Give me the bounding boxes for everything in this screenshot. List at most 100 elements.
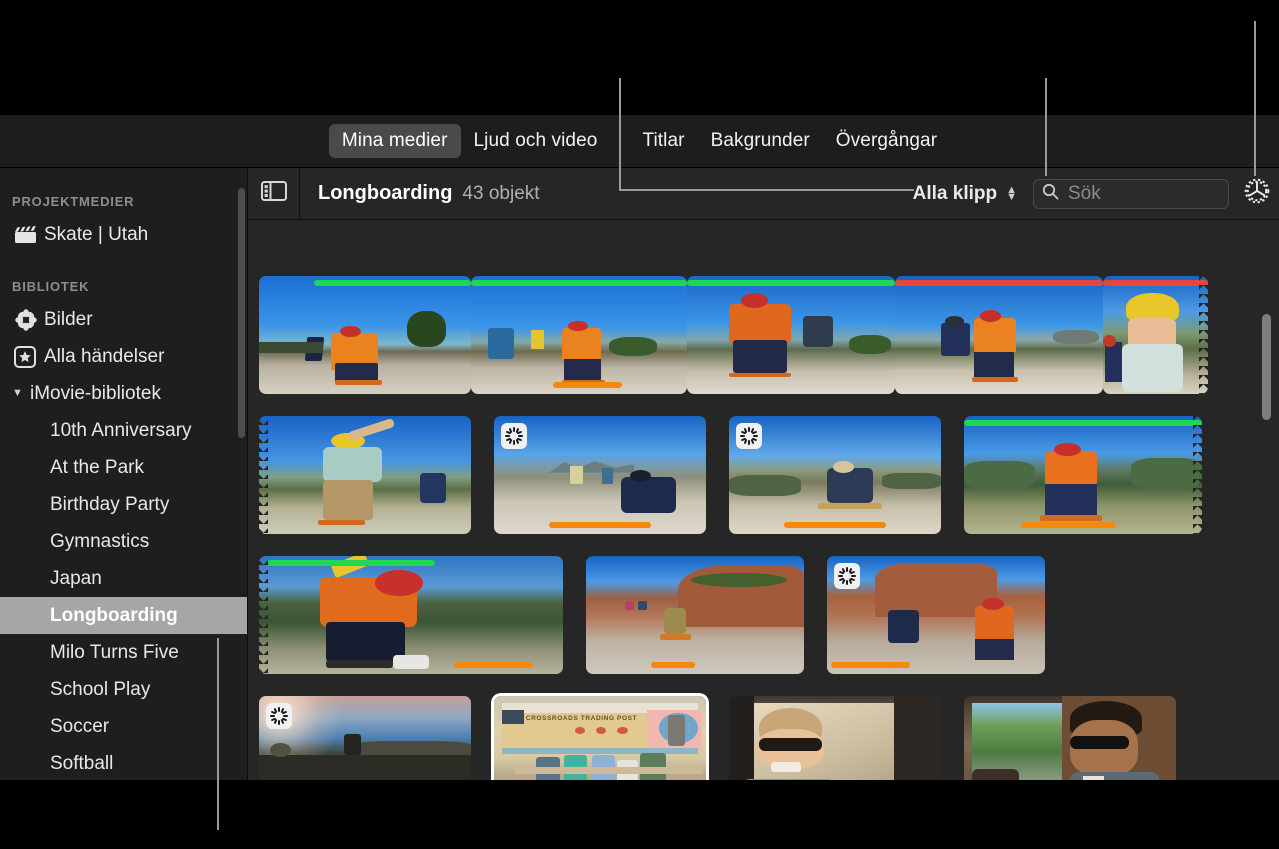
clip-two-skaters-downhill[interactable] xyxy=(895,276,1103,394)
clip-sign-text: CROSSROADS TRADING POST xyxy=(525,714,638,722)
chevron-updown-icon[interactable]: ▲ ▼ xyxy=(1006,184,1017,202)
sidebar-scrollbar[interactable] xyxy=(238,188,245,438)
used-bar xyxy=(784,522,886,528)
gear-icon xyxy=(1242,176,1272,211)
media-type-tabbar: Mina medier Ljud och video Titlar Bakgru… xyxy=(0,115,1279,168)
clip-skater-orange-jacket-closeup[interactable] xyxy=(259,556,563,674)
sidebar-item-label: Japan xyxy=(50,567,102,589)
search-field[interactable]: Sök xyxy=(1033,178,1229,209)
sidebar-event-list: 10th Anniversary At the Park Birthday Pa… xyxy=(0,412,247,780)
tab-mina-medier[interactable]: Mina medier xyxy=(328,124,461,158)
clip-skater-desert-road[interactable] xyxy=(729,416,941,534)
sidebar-item-label: Bilder xyxy=(44,308,93,330)
callout-to-settings-gear xyxy=(1254,21,1256,176)
media-row xyxy=(259,276,1208,394)
clip-skater-orange-shirt-b[interactable] xyxy=(471,276,687,394)
callout-to-filter-menu-arm xyxy=(619,189,914,191)
continuation-zigzag-icon xyxy=(259,416,268,534)
clip-red-rock-canyon-road[interactable] xyxy=(586,556,804,674)
clip-skater-carving-mountains[interactable] xyxy=(494,416,706,534)
star-square-icon xyxy=(14,345,44,368)
used-bar xyxy=(1021,522,1117,528)
clip-skater-green-hills[interactable] xyxy=(964,416,1202,534)
sidebar-item-label: Birthday Party xyxy=(50,493,170,515)
sidebar-item-10th-anniversary[interactable]: 10th Anniversary xyxy=(0,412,247,449)
media-browser: Longboarding 43 objekt Alla klipp ▲ ▼ Sö… xyxy=(248,167,1279,780)
search-icon xyxy=(1042,183,1059,205)
clip-filter-label: Alla klipp xyxy=(912,182,998,204)
sidebar-item-school-play[interactable]: School Play xyxy=(0,671,247,708)
tab-titlar[interactable]: Titlar xyxy=(629,124,697,158)
media-grid-scrollbar[interactable] xyxy=(1262,314,1271,420)
used-bar xyxy=(453,662,533,668)
sidebar-item-milo-turns-five[interactable]: Milo Turns Five xyxy=(0,634,247,671)
sidebar-item-softball[interactable]: Softball xyxy=(0,745,247,780)
used-bar xyxy=(651,662,695,668)
settings-button[interactable] xyxy=(1235,176,1279,211)
stabilization-badge-icon xyxy=(266,703,292,729)
sidebar-item-gymnastics[interactable]: Gymnastics xyxy=(0,523,247,560)
tab-bakgrunder[interactable]: Bakgrunder xyxy=(698,124,823,158)
sidebar-item-longboarding[interactable]: Longboarding xyxy=(0,597,247,634)
app-window: Mina medier Ljud och video Titlar Bakgru… xyxy=(0,0,1279,849)
sidebar-item-alla-handelser[interactable]: Alla händelser xyxy=(0,338,247,375)
sidebar-item-label: Longboarding xyxy=(50,604,178,626)
favorite-bar xyxy=(687,280,895,286)
clip-crossroads-trading-post-group[interactable]: CROSSROADS TRADING POST xyxy=(494,696,706,780)
callout-to-filter-menu xyxy=(619,78,621,191)
clip-skater-orange-shirt-a[interactable] xyxy=(259,276,471,394)
sidebar-item-at-the-park[interactable]: At the Park xyxy=(0,449,247,486)
media-row: CROSSROADS TRADING POST xyxy=(259,696,1176,780)
item-count: 43 objekt xyxy=(462,182,540,204)
clip-man-sunglasses-van[interactable] xyxy=(729,696,941,780)
tab-list: Mina medier Ljud och video Titlar Bakgru… xyxy=(328,123,950,159)
clip-yellow-helmet-closeup[interactable] xyxy=(1103,276,1208,394)
sidebar-item-label: Milo Turns Five xyxy=(50,641,179,663)
bottom-letterbox xyxy=(0,780,1279,849)
clip-woman-sunglasses-van[interactable] xyxy=(964,696,1176,780)
sidebar-toggle-button[interactable] xyxy=(248,167,300,220)
favorite-bar xyxy=(267,560,436,566)
sidebar-toggle-icon xyxy=(260,181,287,206)
sidebar-item-label: 10th Anniversary xyxy=(50,419,192,441)
sidebar-item-label: iMovie-bibliotek xyxy=(30,382,161,404)
media-row xyxy=(259,556,1045,674)
sidebar-item-label: At the Park xyxy=(50,456,144,478)
callout-to-search-field xyxy=(1045,78,1047,176)
sidebar-item-imovie-bibliotek[interactable]: ▼ iMovie-bibliotek xyxy=(0,375,247,412)
rejected-bar xyxy=(1103,280,1208,286)
used-bar xyxy=(831,662,910,668)
sidebar-item-label: School Play xyxy=(50,678,151,700)
callout-to-sidebar xyxy=(217,638,219,830)
sidebar-item-label: Alla händelser xyxy=(44,345,165,367)
media-toolbar: Longboarding 43 objekt Alla klipp ▲ ▼ Sö… xyxy=(248,167,1279,220)
used-bar xyxy=(553,382,623,388)
sidebar-item-skate-utah[interactable]: Skate | Utah xyxy=(0,216,247,253)
stabilization-badge-icon xyxy=(501,423,527,449)
continuation-zigzag-icon xyxy=(259,556,268,674)
disclosure-triangle-icon[interactable]: ▼ xyxy=(12,388,28,399)
sidebar-item-birthday-party[interactable]: Birthday Party xyxy=(0,486,247,523)
tab-overgangar[interactable]: Övergångar xyxy=(823,124,950,158)
sidebar-item-label: Soccer xyxy=(50,715,110,737)
tab-ljud-och-video[interactable]: Ljud och video xyxy=(461,124,611,158)
sidebar-item-label: Skate | Utah xyxy=(44,223,149,245)
sidebar-item-label: Softball xyxy=(50,752,114,774)
media-row xyxy=(259,416,1202,534)
sidebar-item-soccer[interactable]: Soccer xyxy=(0,708,247,745)
favorite-bar xyxy=(314,280,471,286)
sidebar-item-bilder[interactable]: Bilder xyxy=(0,301,247,338)
clip-two-skaters-red-rock[interactable] xyxy=(827,556,1045,674)
sidebar-section-projektmedier: PROJEKTMEDIER xyxy=(12,194,135,209)
sidebar-item-label: Gymnastics xyxy=(50,530,150,552)
clip-sunset-road-silhouette[interactable] xyxy=(259,696,471,780)
continuation-zigzag-icon xyxy=(1199,276,1208,394)
clip-skater-crouch[interactable] xyxy=(687,276,895,394)
continuation-zigzag-icon xyxy=(1193,416,1202,534)
clip-filter-menu[interactable]: Alla klipp ▲ ▼ xyxy=(913,183,1017,205)
sidebar-item-japan[interactable]: Japan xyxy=(0,560,247,597)
clapperboard-icon xyxy=(14,225,44,245)
clip-skater-stretch-yellow-helmet[interactable] xyxy=(259,416,471,534)
search-input[interactable]: Sök xyxy=(1068,183,1101,205)
media-grid: CROSSROADS TRADING POST xyxy=(248,220,1279,780)
